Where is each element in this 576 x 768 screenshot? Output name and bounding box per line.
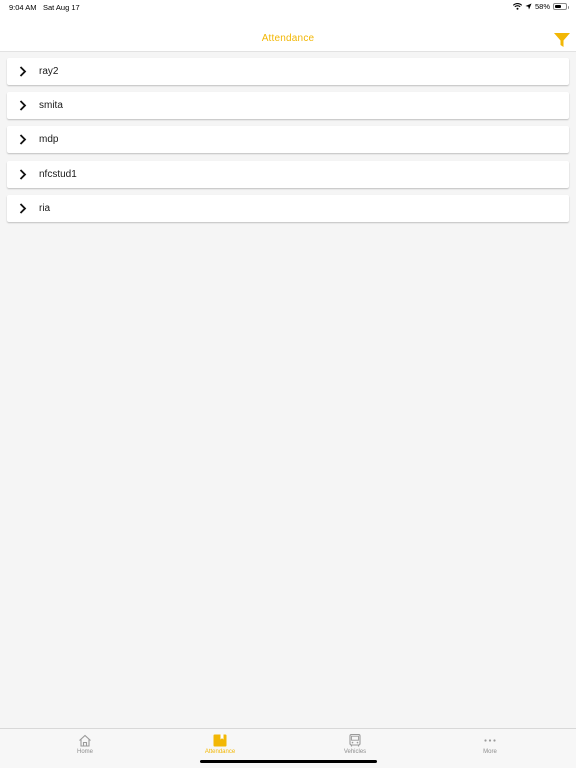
home-indicator — [200, 760, 377, 763]
status-bar: 9:04 AM Sat Aug 17 58% — [0, 0, 576, 16]
filter-button[interactable] — [553, 31, 571, 49]
status-indicators: 58% — [512, 2, 569, 11]
screen: 9:04 AM Sat Aug 17 58% Attendance ray2 s… — [0, 0, 576, 768]
status-date: Sat Aug 17 — [43, 3, 80, 12]
chevron-right-icon — [19, 203, 27, 214]
list-item-label: smita — [39, 100, 63, 112]
tab-vehicles[interactable]: Vehicles — [283, 729, 427, 759]
tab-more[interactable]: More — [418, 729, 562, 759]
list-item[interactable]: ria — [7, 194, 569, 222]
list-item[interactable]: ray2 — [7, 58, 569, 85]
list-item-label: ray2 — [39, 66, 59, 77]
tab-home[interactable]: Home — [13, 729, 157, 759]
chevron-right-icon — [19, 66, 27, 77]
filter-icon — [554, 33, 570, 47]
attendance-list: ray2 smita mdp nfcstud1 ria — [7, 58, 569, 229]
attendance-icon — [213, 734, 227, 747]
tab-label: Vehicles — [343, 749, 367, 755]
tab-label: Home — [76, 749, 93, 755]
list-item-label: nfcstud1 — [39, 168, 77, 180]
tab-attendance[interactable]: Attendance — [148, 729, 292, 759]
list-item[interactable]: smita — [7, 92, 569, 120]
battery-fill — [555, 5, 561, 8]
home-icon — [79, 734, 91, 747]
list-item-label: ria — [39, 202, 51, 214]
bus-icon — [349, 734, 361, 747]
wifi-icon — [512, 3, 522, 10]
list-item[interactable]: mdp — [7, 126, 569, 154]
battery-icon — [553, 3, 569, 10]
battery-percent: 58% — [534, 2, 550, 11]
chevron-right-icon — [19, 100, 27, 111]
status-time: 9:04 AM — [9, 3, 37, 12]
page-title: Attendance — [261, 33, 315, 44]
more-icon — [484, 739, 496, 742]
list-item-label: mdp — [39, 134, 59, 146]
navigation-bar: Attendance — [0, 16, 576, 52]
location-icon — [525, 3, 532, 10]
chevron-right-icon — [19, 134, 27, 146]
tab-label: More — [483, 749, 497, 755]
tab-label: Attendance — [204, 749, 236, 755]
chevron-right-icon — [19, 168, 27, 180]
list-item[interactable]: nfcstud1 — [7, 160, 569, 188]
